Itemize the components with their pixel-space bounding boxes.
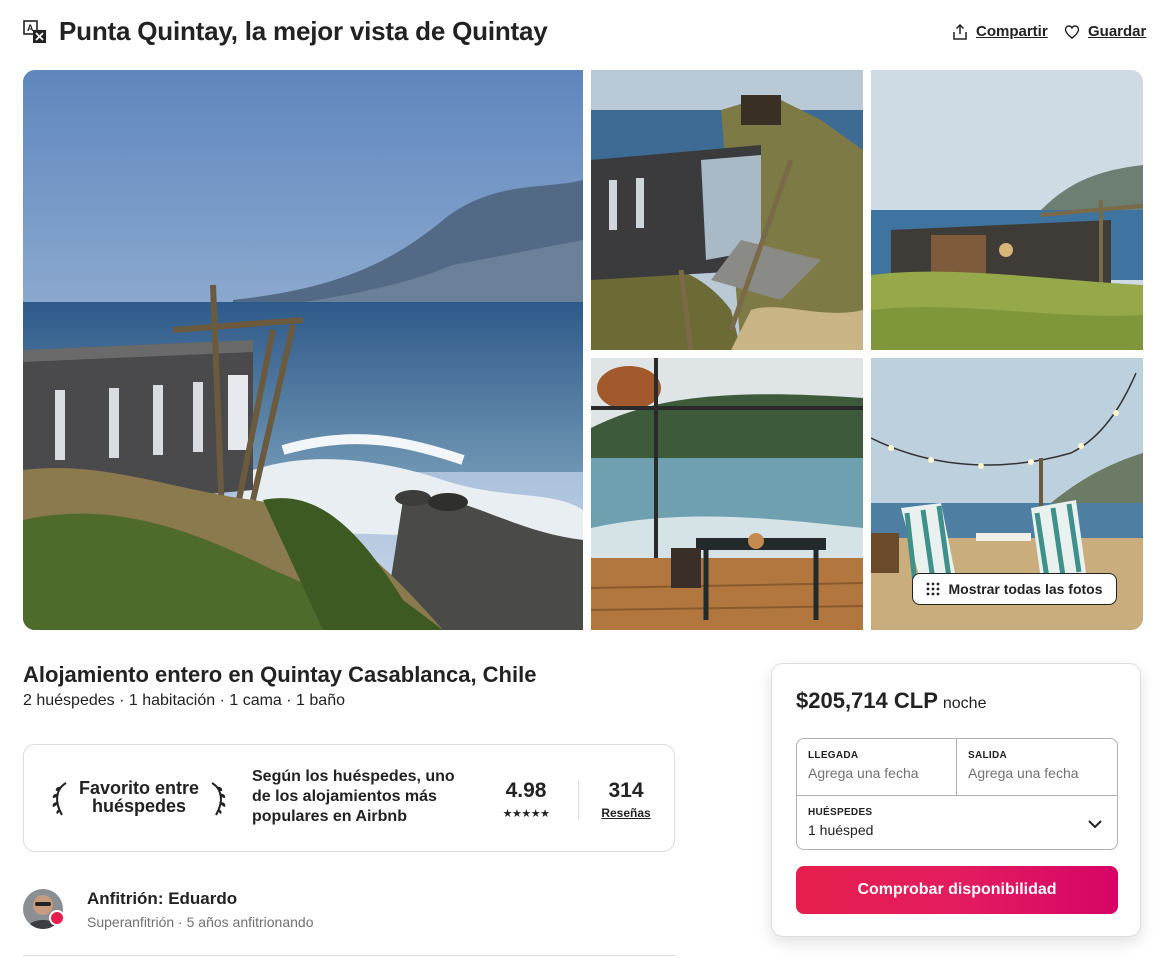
guests-field[interactable]: HUÉSPEDES 1 huésped xyxy=(797,795,1117,851)
share-label: Compartir xyxy=(976,23,1048,40)
laurel-right-icon xyxy=(211,782,226,816)
price-unit: noche xyxy=(942,695,987,712)
grid-dots-icon xyxy=(927,582,940,596)
heart-icon xyxy=(1064,24,1080,39)
superhost-badge-icon xyxy=(49,910,65,926)
laurel-left-icon xyxy=(52,782,67,816)
show-all-photos-label: Mostrar todas las fotos xyxy=(948,581,1103,597)
svg-text:A: A xyxy=(27,23,34,33)
photo-3[interactable] xyxy=(871,70,1143,350)
price-row: $205,714 CLP noche xyxy=(796,688,986,714)
photo-4[interactable] xyxy=(591,358,863,630)
booking-card: $205,714 CLP noche LLEGADA Agrega una fe… xyxy=(771,663,1141,937)
star-icon: ★ xyxy=(511,808,522,820)
photo-4-image xyxy=(591,358,863,630)
guest-favorite-card[interactable]: Favorito entre huéspedes Según los huésp… xyxy=(23,744,675,852)
check-availability-button[interactable]: Comprobar disponibilidad xyxy=(796,866,1118,914)
section-divider xyxy=(23,955,675,956)
rating-stars: ★★★★★ xyxy=(494,807,558,820)
share-icon xyxy=(953,23,967,40)
chevron-down-icon xyxy=(1088,820,1102,829)
guest-favorite-label: Favorito entre huéspedes xyxy=(78,778,200,816)
host-subtitle: Superanfitrión · 5 años anfitrionando xyxy=(87,914,314,930)
save-button[interactable]: Guardar xyxy=(1064,23,1146,40)
translate-icon[interactable]: A xyxy=(23,20,47,44)
guests-value: 1 huésped xyxy=(808,822,874,838)
listing-heading: Alojamiento entero en Quintay Casablanca… xyxy=(23,662,537,687)
checkin-placeholder: Agrega una fecha xyxy=(808,765,919,781)
star-icon: ★ xyxy=(502,808,513,820)
photo-2-image xyxy=(591,70,863,350)
card-divider xyxy=(578,781,579,819)
guest-favorite-description: Según los huéspedes, uno de los alojamie… xyxy=(252,768,455,825)
star-icon: ★ xyxy=(540,808,550,820)
star-icon: ★ xyxy=(530,808,541,820)
checkout-placeholder: Agrega una fecha xyxy=(968,765,1079,781)
photo-main-image xyxy=(23,70,583,630)
photo-2[interactable] xyxy=(591,70,863,350)
checkout-field[interactable]: SALIDA Agrega una fecha xyxy=(957,739,1117,795)
reviews-count: 314 xyxy=(608,779,644,802)
photo-gallery: Mostrar todas las fotos xyxy=(23,70,1143,630)
checkin-label: LLEGADA xyxy=(808,750,859,761)
star-icon: ★ xyxy=(521,808,531,820)
save-label: Guardar xyxy=(1088,23,1147,40)
share-button[interactable]: Compartir xyxy=(952,23,1048,40)
date-guest-picker: LLEGADA Agrega una fecha SALIDA Agrega u… xyxy=(796,738,1118,850)
nightly-price: $205,714 CLP xyxy=(796,688,938,713)
photo-main[interactable] xyxy=(23,70,583,630)
checkout-label: SALIDA xyxy=(968,750,1008,761)
listing-specs: 2 huéspedes · 1 habitación · 1 cama · 1 … xyxy=(23,692,345,709)
rating-value: 4.98 xyxy=(505,779,547,802)
reviews-link[interactable]: Reseñas xyxy=(596,806,656,820)
guests-label: HUÉSPEDES xyxy=(808,807,873,818)
show-all-photos-button[interactable]: Mostrar todas las fotos xyxy=(912,573,1117,605)
photo-3-image xyxy=(871,70,1143,350)
page-title: Punta Quintay, la mejor vista de Quintay xyxy=(59,16,548,46)
checkin-field[interactable]: LLEGADA Agrega una fecha xyxy=(797,739,957,795)
host-name: Anfitrión: Eduardo xyxy=(87,889,238,908)
title-row: A Punta Quintay, la mejor vista de Quint… xyxy=(23,14,1146,50)
